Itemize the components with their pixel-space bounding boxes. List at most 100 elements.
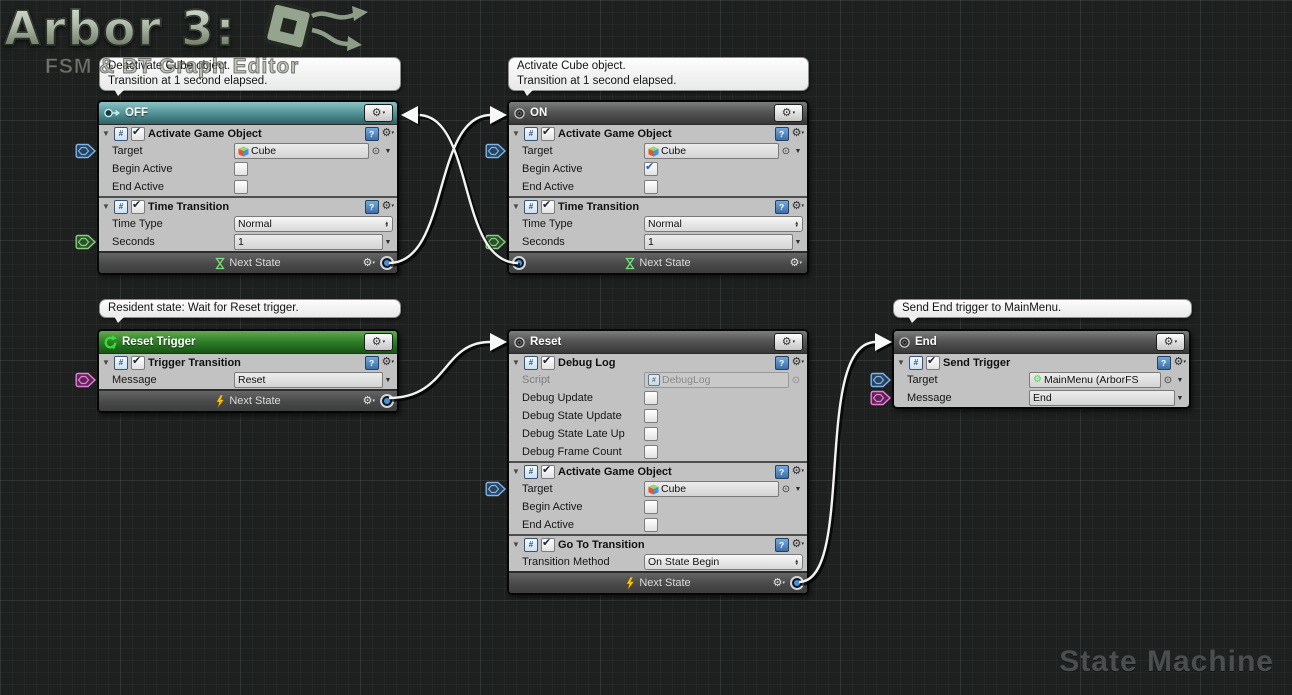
behaviour-enabled-checkbox[interactable]: ✔ <box>131 356 145 370</box>
help-icon[interactable]: ? <box>365 200 379 214</box>
begin-active-checkbox[interactable] <box>644 500 658 514</box>
gear-icon[interactable]: ⚙▾ <box>1174 357 1186 368</box>
behaviour-enabled-checkbox[interactable]: ✔ <box>541 465 555 479</box>
state-header-on[interactable]: ON ⚙▾ <box>509 102 807 125</box>
state-header-off[interactable]: OFF ⚙▾ <box>99 102 397 125</box>
debug-update-checkbox[interactable] <box>644 391 658 405</box>
dropdown-icon[interactable]: ▼ <box>793 239 803 246</box>
foldout-icon[interactable]: ▼ <box>512 467 521 476</box>
foldout-icon[interactable]: ▼ <box>512 129 521 138</box>
help-icon[interactable]: ? <box>775 127 789 141</box>
help-icon[interactable]: ? <box>1157 356 1171 370</box>
behaviour-title-bar[interactable]: ▼ # ✔ Activate Game Object ? ⚙▾ <box>99 125 397 142</box>
state-header-end[interactable]: End ⚙▾ <box>894 331 1189 354</box>
gear-icon[interactable]: ⚙▾ <box>382 128 394 139</box>
gear-icon[interactable]: ⚙▾ <box>363 396 375 407</box>
gear-icon[interactable]: ⚙▾ <box>382 201 394 212</box>
message-input[interactable]: End <box>1029 390 1175 406</box>
time-type-dropdown[interactable]: Normal ▲▼ <box>234 216 393 232</box>
behaviour-title-bar[interactable]: ▼ # ✔ Time Transition ? ⚙▾ <box>509 198 807 215</box>
next-state-port[interactable] <box>380 256 394 270</box>
gear-icon[interactable]: ⚙▾ <box>382 357 394 368</box>
state-settings-button[interactable]: ⚙▾ <box>1156 333 1185 351</box>
gear-icon[interactable]: ⚙▾ <box>792 466 804 477</box>
gear-icon[interactable]: ⚙▾ <box>773 578 785 589</box>
data-port-gameobject[interactable] <box>485 481 507 497</box>
behaviour-enabled-checkbox[interactable]: ✔ <box>541 356 555 370</box>
dropdown-icon[interactable]: ▼ <box>1175 395 1185 402</box>
time-type-dropdown[interactable]: Normal ▲▼ <box>644 216 803 232</box>
state-settings-button[interactable]: ⚙▾ <box>364 333 393 351</box>
next-state-port[interactable] <box>512 256 526 270</box>
transition-method-dropdown[interactable]: On State Begin ▲▼ <box>644 554 803 570</box>
data-port-fsm[interactable] <box>870 372 892 388</box>
dropdown-icon[interactable]: ▼ <box>1175 377 1185 384</box>
foldout-icon[interactable]: ▼ <box>102 202 111 211</box>
end-active-checkbox[interactable] <box>234 180 248 194</box>
gear-icon[interactable]: ⚙▾ <box>792 128 804 139</box>
help-icon[interactable]: ? <box>775 538 789 552</box>
debug-state-update-checkbox[interactable] <box>644 409 658 423</box>
state-node-reset[interactable]: Reset ⚙▾ ▼ # ✔ Debug Log ? ⚙▾ Script # D… <box>507 329 809 595</box>
behaviour-title-bar[interactable]: ▼ # ✔ Time Transition ? ⚙▾ <box>99 198 397 215</box>
foldout-icon[interactable]: ▼ <box>897 358 906 367</box>
behaviour-enabled-checkbox[interactable]: ✔ <box>131 127 145 141</box>
data-port-string[interactable] <box>75 372 97 388</box>
next-state-port[interactable] <box>790 576 804 590</box>
gear-icon[interactable]: ⚙▾ <box>792 201 804 212</box>
dropdown-icon[interactable]: ▼ <box>793 148 803 155</box>
object-field-target[interactable]: Cube <box>234 143 369 159</box>
help-icon[interactable]: ? <box>365 127 379 141</box>
state-settings-button[interactable]: ⚙▾ <box>364 104 393 122</box>
foldout-icon[interactable]: ▼ <box>512 540 521 549</box>
behaviour-title-bar[interactable]: ▼ # ✔ Activate Game Object ? ⚙▾ <box>509 463 807 480</box>
help-icon[interactable]: ? <box>365 356 379 370</box>
seconds-input[interactable]: 1 <box>234 234 383 250</box>
transition-next-state-bar[interactable]: Next State ⚙▾ <box>509 251 807 273</box>
behaviour-enabled-checkbox[interactable]: ✔ <box>926 356 940 370</box>
gear-icon[interactable]: ⚙▾ <box>363 258 375 269</box>
begin-active-checkbox[interactable]: ✔ <box>644 162 658 176</box>
data-port-string[interactable] <box>870 390 892 406</box>
data-port-gameobject[interactable] <box>75 143 97 159</box>
dropdown-icon[interactable]: ▼ <box>793 486 803 493</box>
behaviour-title-bar[interactable]: ▼ # ✔ Debug Log ? ⚙▾ <box>509 354 807 371</box>
behaviour-title-bar[interactable]: ▼ # ✔ Go To Transition ? ⚙▾ <box>509 536 807 553</box>
state-node-end[interactable]: End ⚙▾ ▼ # ✔ Send Trigger ? ⚙▾ Target ⚙ … <box>892 329 1191 409</box>
foldout-icon[interactable]: ▼ <box>102 358 111 367</box>
help-icon[interactable]: ? <box>775 465 789 479</box>
help-icon[interactable]: ? <box>775 356 789 370</box>
end-active-checkbox[interactable] <box>644 518 658 532</box>
foldout-icon[interactable]: ▼ <box>512 358 521 367</box>
behaviour-title-bar[interactable]: ▼ # ✔ Send Trigger ? ⚙▾ <box>894 354 1189 371</box>
transition-next-state-bar[interactable]: Next State ⚙▾ <box>99 251 397 273</box>
gear-icon[interactable]: ⚙▾ <box>790 258 802 269</box>
dropdown-icon[interactable]: ▼ <box>383 148 393 155</box>
foldout-icon[interactable]: ▼ <box>512 202 521 211</box>
foldout-icon[interactable]: ▼ <box>102 129 111 138</box>
seconds-input[interactable]: 1 <box>644 234 793 250</box>
behaviour-title-bar[interactable]: ▼ # ✔ Activate Game Object ? ⚙▾ <box>509 125 807 142</box>
gear-icon[interactable]: ⚙▾ <box>792 357 804 368</box>
behaviour-enabled-checkbox[interactable]: ✔ <box>131 200 145 214</box>
object-picker-icon[interactable]: ⊙ <box>369 146 383 157</box>
object-field-target[interactable]: Cube <box>644 143 779 159</box>
end-active-checkbox[interactable] <box>644 180 658 194</box>
object-field-target[interactable]: Cube <box>644 481 779 497</box>
state-settings-button[interactable]: ⚙▾ <box>774 333 803 351</box>
debug-frame-count-checkbox[interactable] <box>644 445 658 459</box>
state-node-off[interactable]: OFF ⚙▾ ▼ # ✔ Activate Game Object ? ⚙▾ T… <box>97 100 399 275</box>
behaviour-enabled-checkbox[interactable]: ✔ <box>541 127 555 141</box>
message-input[interactable]: Reset <box>234 372 383 388</box>
behaviour-title-bar[interactable]: ▼ # ✔ Trigger Transition ? ⚙▾ <box>99 354 397 371</box>
transition-next-state-bar[interactable]: Next State ⚙▾ <box>509 571 807 593</box>
behaviour-enabled-checkbox[interactable]: ✔ <box>541 200 555 214</box>
data-port-gameobject[interactable] <box>485 143 507 159</box>
transition-next-state-bar[interactable]: Next State ⚙▾ <box>99 389 397 411</box>
dropdown-icon[interactable]: ▼ <box>383 377 393 384</box>
behaviour-enabled-checkbox[interactable]: ✔ <box>541 538 555 552</box>
dropdown-icon[interactable]: ▼ <box>383 239 393 246</box>
state-settings-button[interactable]: ⚙▾ <box>774 104 803 122</box>
object-picker-icon[interactable]: ⊙ <box>1161 375 1175 386</box>
data-port-float[interactable] <box>75 234 97 250</box>
